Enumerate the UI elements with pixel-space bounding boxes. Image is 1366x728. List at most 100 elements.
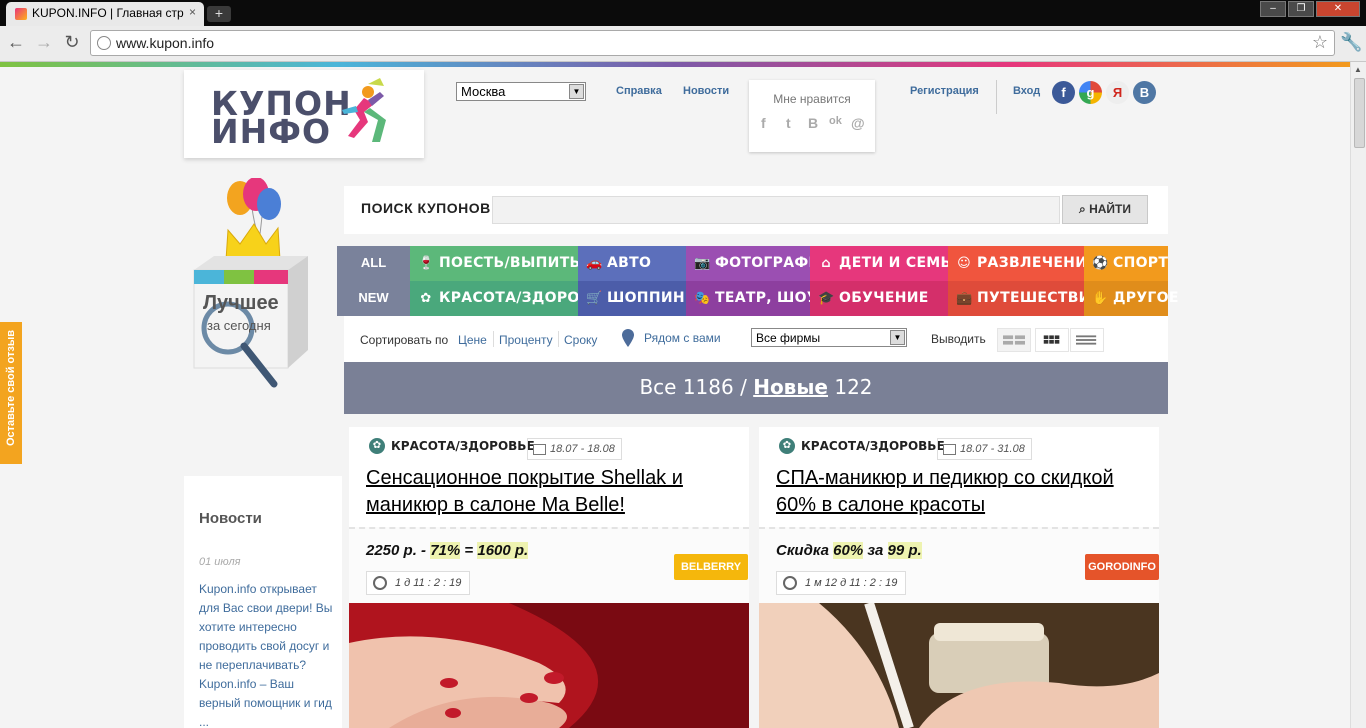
search-button[interactable]: ⌕ НАЙТИ [1062, 195, 1148, 224]
deal-title[interactable]: Сенсационное покрытие Shellak и маникюр … [366, 465, 736, 519]
deal-dates: 18.07 - 31.08 [937, 438, 1032, 460]
news-item-link[interactable]: Kupon.info открывает для Вас свои двери!… [199, 580, 333, 728]
search-button-label: НАЙТИ [1089, 202, 1131, 216]
sort-by-term-link[interactable]: Сроку [564, 333, 597, 347]
twitter-icon[interactable]: t [786, 115, 791, 131]
category-label: РАЗВЛЕЧЕНИЯ [977, 255, 1099, 271]
sort-by-price-link[interactable]: Цене [458, 333, 487, 347]
discount: 71% [430, 542, 461, 559]
small-grid-icon [1076, 335, 1097, 345]
site-logo[interactable]: КУПОН ИНФО [184, 70, 424, 158]
scrollbar-thumb[interactable] [1354, 78, 1365, 148]
facebook-login-icon[interactable]: f [1052, 81, 1075, 104]
category-row1-1[interactable]: 🚗 АВТО [578, 246, 686, 281]
globe-icon [97, 36, 111, 50]
back-arrow-icon[interactable]: ← [6, 33, 26, 51]
partner-logo[interactable]: GORODINFO [1085, 554, 1159, 580]
category-label: СПОРТ [1113, 255, 1169, 271]
category-label: ПОЕСТЬ/ВЫПИТЬ [439, 255, 581, 271]
basket-icon: 🛒 [586, 291, 603, 306]
tab-close-icon[interactable]: × [189, 5, 196, 19]
minimize-button[interactable]: – [1260, 1, 1286, 17]
ball-icon: ⚽ [1092, 256, 1109, 271]
timer-text: 1 д 11 : 2 : 19 [395, 577, 462, 589]
close-window-button[interactable]: ✕ [1316, 1, 1360, 17]
category-row1-5[interactable]: ⚽ СПОРТ [1084, 246, 1168, 281]
search-label: ПОИСК КУПОНОВ [361, 200, 491, 216]
category-row1-0[interactable]: 🍷 ПОЕСТЬ/ВЫПИТЬ [410, 246, 581, 281]
feedback-tab[interactable]: Оставьте свой отзыв [0, 322, 22, 464]
mail-icon[interactable]: @ [851, 115, 865, 131]
all-count: 1186 [682, 375, 734, 399]
firms-select[interactable]: Все фирмы ▼ [751, 328, 907, 347]
category-row2-3[interactable]: 🎓 ОБУЧЕНИЕ [810, 281, 948, 316]
deal-title[interactable]: СПА-маникюр и педикюр со скидкой 60% в с… [776, 465, 1146, 519]
runner-logo-icon [342, 78, 386, 142]
category-label: ДЕТИ И СЕМЬЯ [839, 255, 963, 271]
news-link[interactable]: Новости [683, 85, 729, 97]
vkontakte-login-icon[interactable]: B [1133, 81, 1156, 104]
browser-tab[interactable]: KUPON.INFO | Главная стр × [6, 2, 204, 26]
category-row1-2[interactable]: 📷 ФОТОГРАФИЯ [686, 246, 831, 281]
scroll-up-icon[interactable]: ▲ [1354, 65, 1362, 74]
price-old: 2250 р. [366, 542, 417, 559]
camera-icon: 📷 [694, 256, 711, 271]
view-list-button[interactable] [1070, 328, 1104, 352]
new-tab-button[interactable]: + [207, 6, 231, 22]
deal-category[interactable]: КРАСОТА/ЗДОРОВЬЕ [801, 439, 945, 453]
category-label: ШОППИНГ [607, 290, 695, 306]
yandex-login-icon[interactable]: Я [1106, 81, 1129, 104]
forward-arrow-icon[interactable]: → [34, 33, 54, 51]
tab-title: KUPON.INFO | Главная стр [32, 6, 184, 20]
price-prefix: Скидка [776, 542, 829, 559]
all-label[interactable]: Все [639, 375, 676, 399]
wrench-icon[interactable]: 🔧 [1340, 32, 1362, 53]
promo-title: Лучшее [203, 292, 279, 314]
view-medium-grid-button[interactable] [1035, 328, 1069, 352]
deal-photo[interactable] [759, 603, 1159, 728]
scrollbar[interactable]: ▲ [1350, 62, 1366, 728]
category-row2-2[interactable]: 🎭 ТЕАТР, ШОУ [686, 281, 818, 316]
address-bar[interactable]: www.kupon.info ☆ [90, 30, 1335, 56]
deal-price: Скидка 60% за 99 р. [776, 542, 922, 559]
partner-logo[interactable]: BELBERRY [674, 554, 748, 580]
register-link[interactable]: Регистрация [910, 85, 979, 97]
bookmark-star-icon[interactable]: ☆ [1312, 32, 1328, 53]
odnoklassniki-icon[interactable]: ok [829, 115, 842, 127]
help-link[interactable]: Справка [616, 85, 662, 97]
vkontakte-icon[interactable]: B [808, 115, 818, 131]
view-large-tiles-button[interactable] [997, 328, 1031, 352]
category-row2-5[interactable]: ✋ ДРУГОЕ [1084, 281, 1178, 316]
city-select[interactable]: Москва ▼ [456, 82, 586, 101]
flower-icon: ✿ [369, 438, 385, 454]
facebook-icon[interactable]: f [761, 115, 766, 131]
login-link[interactable]: Вход [1013, 85, 1040, 97]
category-row2-4[interactable]: 💼 ПУТЕШЕСТВИЯ [948, 281, 1101, 316]
rainbow-strip [0, 62, 1350, 67]
filter-new-button[interactable]: NEW [337, 281, 410, 316]
filter-all-button[interactable]: ALL [337, 246, 410, 281]
google-login-icon[interactable]: g [1079, 81, 1102, 104]
category-row2-0[interactable]: ✿ КРАСОТА/ЗДОРОВЬЕ [410, 281, 611, 316]
deal-card[interactable]: ✿ КРАСОТА/ЗДОРОВЬЕ 18.07 - 18.08 Сенсаци… [349, 427, 749, 728]
deal-category[interactable]: КРАСОТА/ЗДОРОВЬЕ [391, 439, 535, 453]
sort-by-percent-link[interactable]: Проценту [499, 333, 553, 347]
maximize-button[interactable]: ❐ [1288, 1, 1314, 17]
deal-photo[interactable] [349, 603, 749, 728]
new-label[interactable]: Новые [753, 375, 828, 399]
suitcase-icon: 💼 [956, 291, 973, 306]
deal-card[interactable]: ✿ КРАСОТА/ЗДОРОВЬЕ 18.07 - 31.08 СПА-ман… [759, 427, 1159, 728]
deal-dates: 18.07 - 18.08 [527, 438, 622, 460]
city-value: Москва [461, 84, 506, 99]
category-row1-3[interactable]: ⌂ ДЕТИ И СЕМЬЯ [810, 246, 962, 281]
search-input[interactable] [492, 196, 1060, 224]
output-label: Выводить [931, 332, 986, 346]
firms-value: Все фирмы [756, 331, 821, 345]
best-of-day-promo[interactable] [168, 178, 328, 396]
feedback-label: Оставьте свой отзыв [5, 329, 17, 447]
category-row2-1[interactable]: 🛒 ШОППИНГ [578, 281, 694, 316]
nearby-link[interactable]: Рядом с вами [644, 331, 721, 345]
like-widget: Мне нравится f t B ok @ [749, 80, 875, 152]
category-row1-4[interactable]: ☺ РАЗВЛЕЧЕНИЯ [948, 246, 1098, 281]
reload-icon[interactable]: ↻ [62, 33, 82, 51]
